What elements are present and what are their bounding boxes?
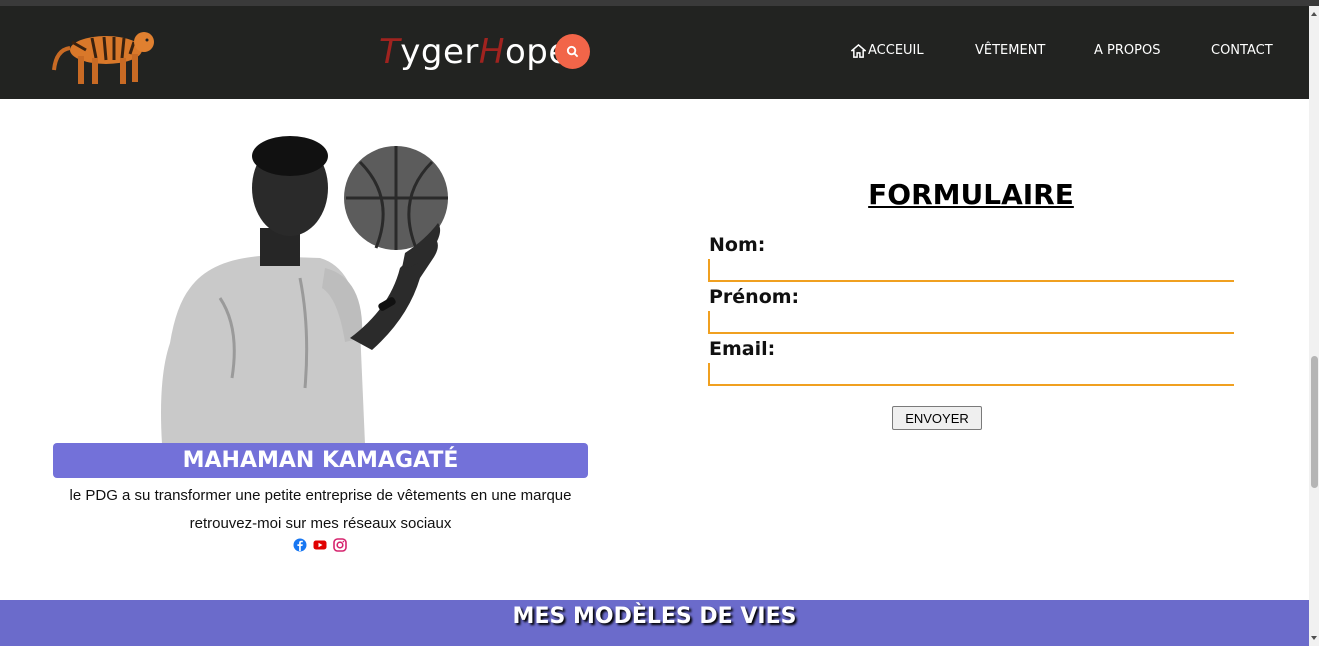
facebook-icon[interactable]	[293, 538, 307, 552]
scroll-up-arrow-icon[interactable]	[1310, 10, 1318, 18]
email-input[interactable]	[708, 363, 1234, 386]
email-label: Email:	[709, 338, 776, 360]
site-header: TygerHope ACCEUIL VÊTEMENT A PROPOS CONT…	[0, 6, 1309, 99]
nav-about-label: A PROPOS	[1094, 43, 1161, 58]
brand-title[interactable]: TygerHope	[379, 32, 570, 72]
instagram-icon[interactable]	[333, 538, 347, 552]
scrollbar-track[interactable]	[1309, 6, 1319, 646]
scrollbar-thumb[interactable]	[1311, 356, 1318, 488]
nav-contact-label: CONTACT	[1211, 43, 1273, 58]
social-links	[293, 538, 347, 552]
nav-item-about[interactable]: A PROPOS	[1094, 43, 1160, 58]
search-button[interactable]	[555, 34, 590, 69]
section-title-role-models: MES MODÈLES DE VIES	[512, 604, 797, 629]
nav-home-label: ACCEUIL	[868, 43, 924, 58]
name-input[interactable]	[708, 259, 1234, 282]
nav-item-home[interactable]: ACCEUIL	[851, 43, 924, 58]
nav-clothing-label: VÊTEMENT	[975, 43, 1046, 58]
form-title: FORMULAIRE	[868, 178, 1074, 211]
firstname-label: Prénom:	[709, 286, 800, 308]
tiger-logo[interactable]	[48, 20, 158, 90]
brand-letter-t: T	[379, 32, 401, 72]
name-label: Nom:	[709, 234, 766, 256]
submit-button[interactable]: ENVOYER	[892, 406, 982, 430]
nav-item-clothing[interactable]: VÊTEMENT	[975, 43, 1045, 58]
firstname-input[interactable]	[708, 311, 1234, 334]
socials-invite-text: retrouvez-moi sur mes réseaux sociaux	[189, 515, 452, 532]
search-icon	[566, 45, 579, 58]
brand-text-yger: yger	[400, 32, 479, 72]
ceo-photo	[161, 136, 448, 444]
home-icon	[851, 43, 866, 58]
brand-letter-h: H	[478, 32, 505, 72]
nav-item-contact[interactable]: CONTACT	[1211, 43, 1273, 58]
youtube-icon[interactable]	[313, 538, 327, 552]
ceo-name-banner: MAHAMAN KAMAGATÉ	[53, 443, 588, 478]
ceo-bio-text: le PDG a su transformer une petite entre…	[69, 487, 572, 504]
scroll-down-arrow-icon[interactable]	[1310, 634, 1318, 642]
